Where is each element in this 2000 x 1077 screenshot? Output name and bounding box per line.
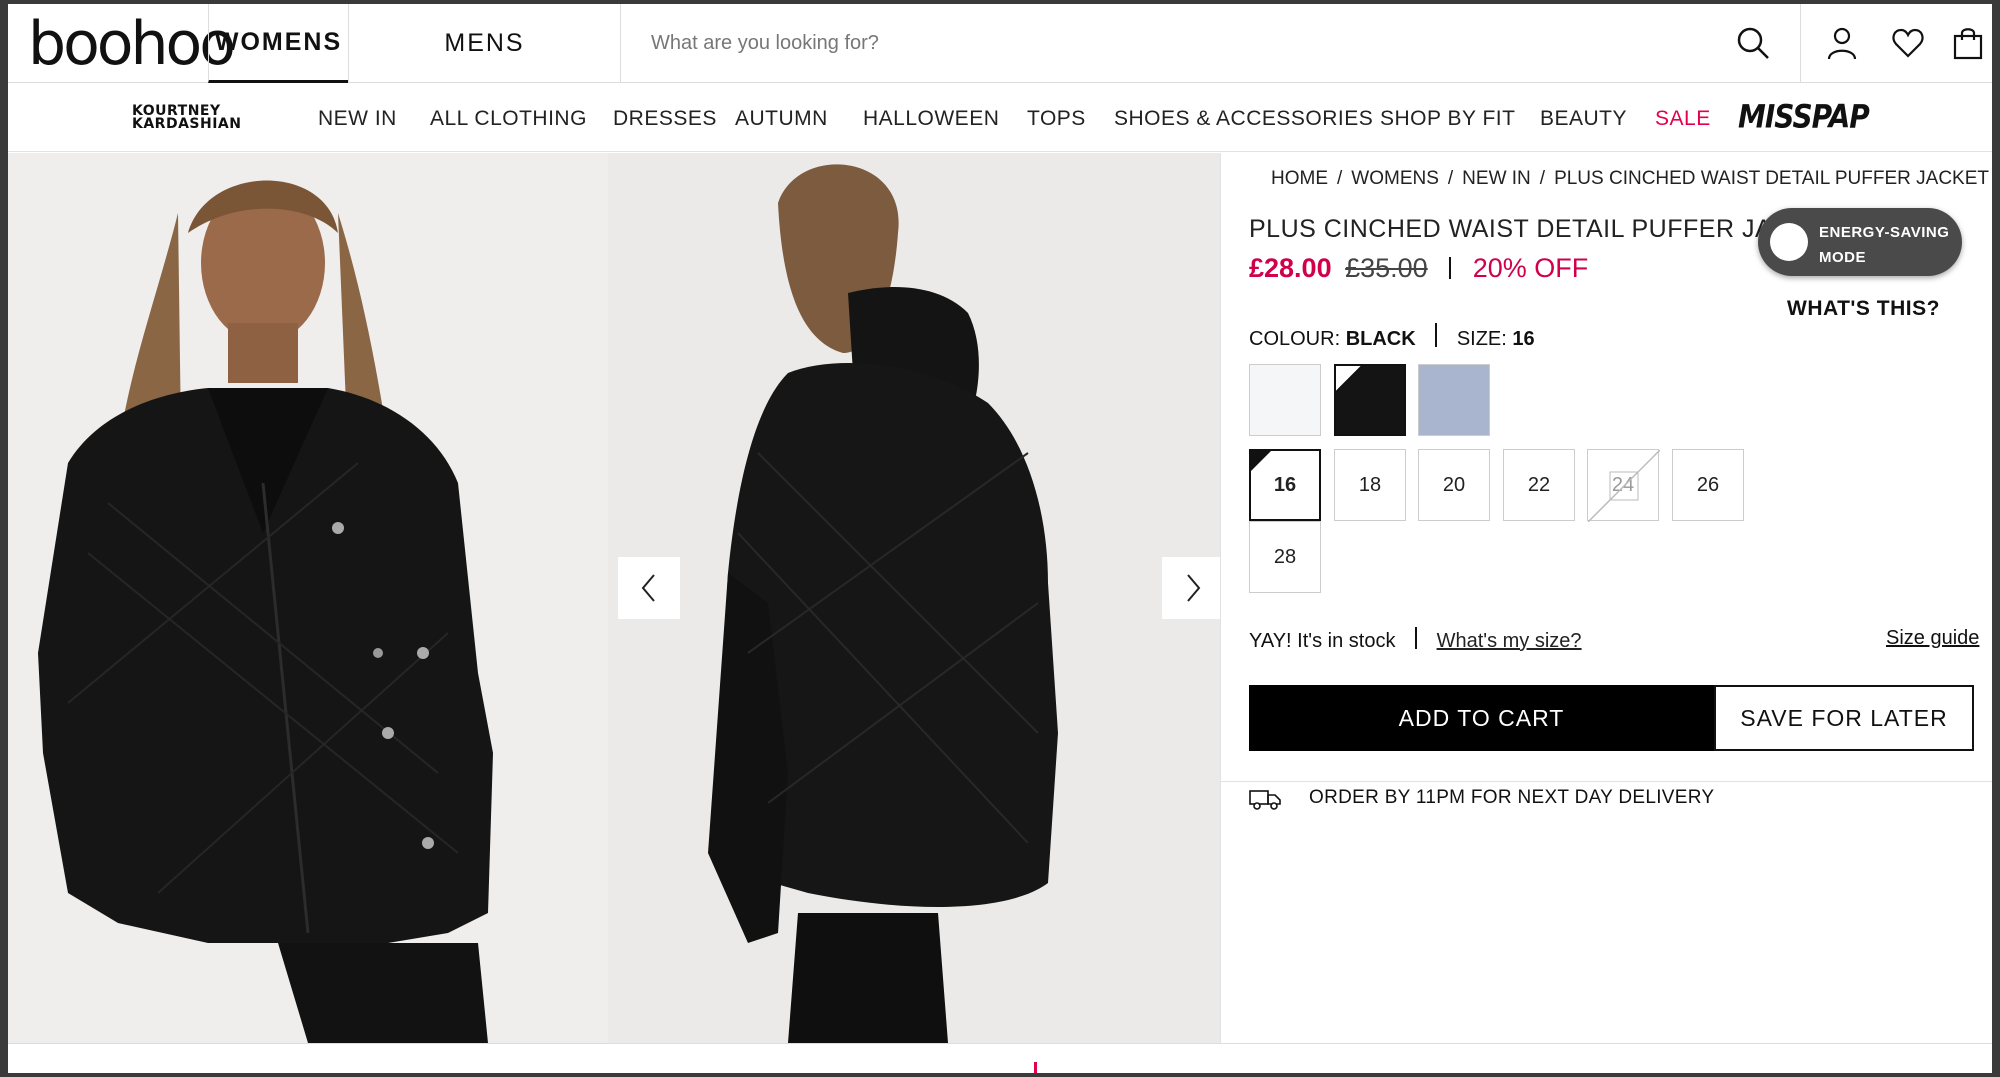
size-option-20[interactable]: 20 bbox=[1418, 449, 1490, 521]
chevron-left-icon bbox=[641, 574, 655, 602]
stock-row: YAY! It's in stock What's my size? bbox=[1249, 627, 1582, 653]
product-image-back[interactable] bbox=[608, 153, 1220, 1043]
price-row: £28.00 £35.00 20% OFF bbox=[1249, 253, 1588, 284]
site-header: boohoo WOMENS MENS bbox=[8, 4, 1992, 83]
add-to-cart-button[interactable]: ADD TO CART bbox=[1249, 685, 1714, 751]
swatch-black[interactable] bbox=[1334, 364, 1406, 436]
nav-beauty[interactable]: BEAUTY bbox=[1540, 107, 1627, 131]
energy-saving-toggle[interactable]: ENERGY-SAVING MODE bbox=[1758, 208, 1962, 276]
chevron-right-icon bbox=[1187, 574, 1201, 602]
swatch-white[interactable] bbox=[1249, 364, 1321, 436]
header-icons bbox=[1800, 4, 1992, 83]
size-label-22: 22 bbox=[1527, 473, 1551, 496]
whats-my-size-link[interactable]: What's my size? bbox=[1437, 630, 1582, 652]
kourtney-kardashian-logo[interactable]: KOURTNEY KARDASHIAN bbox=[132, 104, 242, 132]
selection-divider bbox=[1435, 323, 1438, 347]
breadcrumb-current: PLUS CINCHED WAIST DETAIL PUFFER JACKET bbox=[1554, 168, 1990, 189]
save-for-later-button[interactable]: SAVE FOR LATER bbox=[1714, 685, 1974, 751]
breadcrumb-home[interactable]: HOME bbox=[1271, 168, 1328, 189]
size-label-28: 28 bbox=[1273, 545, 1297, 568]
search-bar bbox=[620, 4, 1800, 83]
current-price: £28.00 bbox=[1249, 253, 1332, 283]
selected-corner-icon bbox=[1251, 451, 1271, 471]
energy-saving-line2: MODE bbox=[1819, 249, 1866, 266]
toggle-knob bbox=[1770, 223, 1808, 261]
size-option-28[interactable]: 28 bbox=[1249, 521, 1321, 593]
nav-dresses[interactable]: DRESSES bbox=[613, 107, 717, 131]
size-label: SIZE: bbox=[1456, 328, 1507, 350]
tab-womens[interactable]: WOMENS bbox=[208, 4, 348, 83]
size-guide-link[interactable]: Size guide bbox=[1886, 627, 1979, 650]
breadcrumb: HOME / WOMENS / NEW IN / PLUS CINCHED WAIST DE… bbox=[1271, 168, 1990, 189]
search-input[interactable] bbox=[651, 32, 1651, 55]
energy-saving-line1: ENERGY-SAVING bbox=[1819, 224, 1950, 241]
wishlist-heart-icon[interactable] bbox=[1891, 26, 1925, 60]
energy-saving-label: ENERGY-SAVING MODE bbox=[1819, 220, 1959, 270]
size-option-18[interactable]: 18 bbox=[1334, 449, 1406, 521]
category-nav: KOURTNEY KARDASHIAN NEW IN ALL CLOTHING … bbox=[8, 84, 1992, 152]
stock-divider bbox=[1415, 627, 1418, 649]
nav-tops[interactable]: TOPS bbox=[1027, 107, 1086, 131]
product-gallery bbox=[8, 153, 1220, 1043]
nav-shop-by-fit[interactable]: SHOP BY FIT bbox=[1380, 107, 1515, 131]
whats-this-link[interactable]: WHAT'S THIS? bbox=[1787, 297, 1940, 321]
size-label-20: 20 bbox=[1442, 473, 1466, 496]
breadcrumb-new-in[interactable]: NEW IN bbox=[1462, 168, 1531, 189]
boohoo-logo[interactable]: boohoo bbox=[28, 10, 236, 78]
price-divider bbox=[1449, 257, 1452, 279]
delivery-info: ORDER BY 11PM FOR NEXT DAY DELIVERY bbox=[1309, 787, 1715, 808]
out-of-stock-strike-icon bbox=[1588, 450, 1660, 522]
bag-icon[interactable] bbox=[1951, 26, 1985, 60]
discount-label: 20% OFF bbox=[1472, 253, 1589, 283]
size-value: 16 bbox=[1512, 328, 1535, 350]
kk-line2: KARDASHIAN bbox=[132, 116, 242, 132]
search-icon[interactable] bbox=[1736, 26, 1770, 60]
product-details: HOME / WOMENS / NEW IN / PLUS CINCHED WAIST DE… bbox=[1220, 153, 1992, 1043]
section-divider bbox=[1221, 781, 1992, 782]
tab-mens[interactable]: MENS bbox=[348, 4, 620, 83]
nav-shoes-accessories[interactable]: SHOES & ACCESSORIES bbox=[1114, 107, 1373, 131]
swatch-blue[interactable] bbox=[1418, 364, 1490, 436]
size-label-26: 26 bbox=[1696, 473, 1720, 496]
product-title: PLUS CINCHED WAIST DETAIL PUFFER JACKET bbox=[1249, 215, 1769, 243]
nav-new-in[interactable]: NEW IN bbox=[318, 107, 397, 131]
nav-sale[interactable]: SALE bbox=[1655, 107, 1711, 131]
breadcrumb-womens[interactable]: WOMENS bbox=[1351, 168, 1439, 189]
colour-value: BLACK bbox=[1345, 328, 1416, 350]
selected-corner-icon bbox=[1336, 366, 1363, 393]
size-option-16[interactable]: 16 bbox=[1249, 449, 1321, 521]
delivery-truck-icon bbox=[1249, 790, 1281, 810]
size-option-26[interactable]: 26 bbox=[1672, 449, 1744, 521]
colour-label: COLOUR: bbox=[1249, 328, 1341, 350]
size-label-18: 18 bbox=[1358, 473, 1382, 496]
nav-autumn[interactable]: AUTUMN bbox=[735, 107, 828, 131]
stock-status: YAY! It's in stock bbox=[1249, 630, 1396, 652]
gallery-next-button[interactable] bbox=[1162, 557, 1220, 619]
nav-halloween[interactable]: HALLOWEEN bbox=[863, 107, 999, 131]
product-page: boohoo WOMENS MENS KOURTN bbox=[8, 4, 1992, 1073]
misspap-logo[interactable]: MISSPAP bbox=[1738, 98, 1870, 136]
product-image-front[interactable] bbox=[8, 153, 608, 1043]
gallery-prev-button[interactable] bbox=[618, 557, 680, 619]
footer-marker bbox=[1034, 1062, 1037, 1073]
footer-divider bbox=[8, 1043, 1992, 1044]
nav-all-clothing[interactable]: ALL CLOTHING bbox=[430, 107, 587, 131]
selection-summary: COLOUR: BLACK SIZE: 16 bbox=[1249, 323, 1535, 351]
size-option-22[interactable]: 22 bbox=[1503, 449, 1575, 521]
size-option-24-out-of-stock[interactable]: 24 bbox=[1587, 449, 1660, 522]
size-label-16: 16 bbox=[1273, 473, 1297, 496]
was-price: £35.00 bbox=[1345, 253, 1428, 283]
account-icon[interactable] bbox=[1825, 26, 1859, 60]
